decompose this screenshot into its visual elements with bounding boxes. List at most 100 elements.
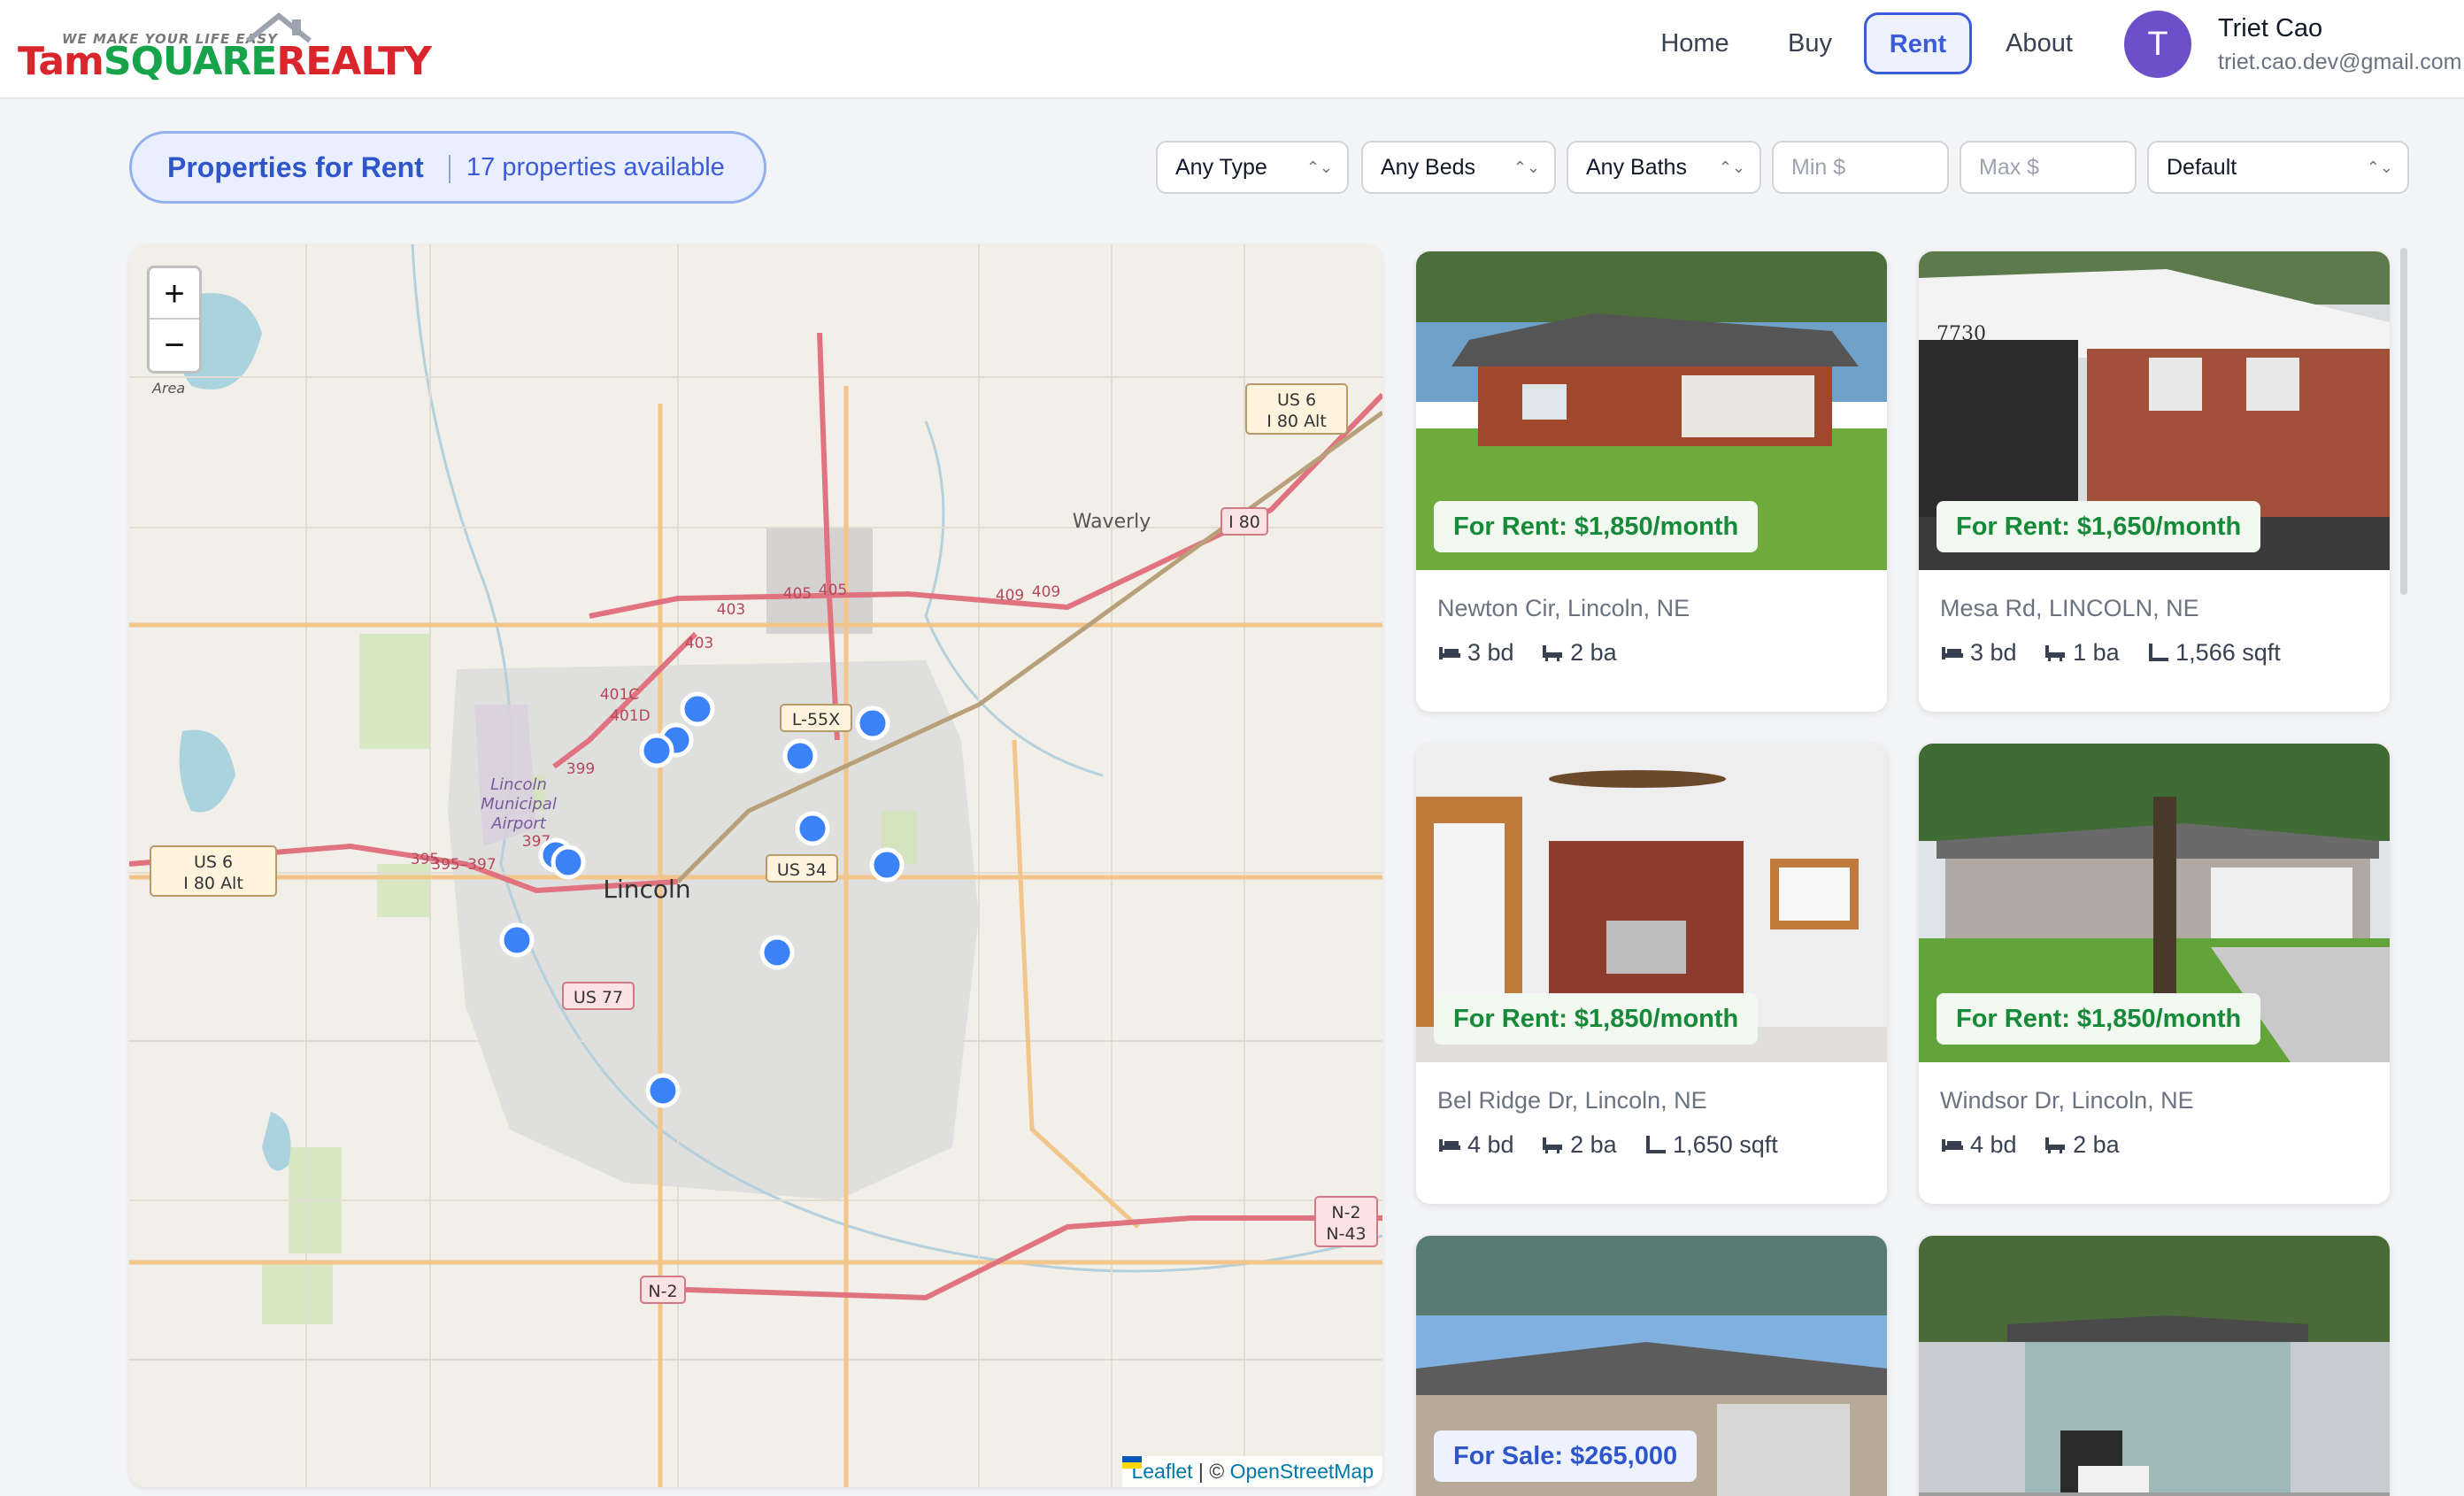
logo-word-3: REALTY — [276, 39, 432, 84]
baths-select[interactable]: Any Baths ⌃⌄ — [1567, 141, 1761, 194]
attribution-separator: | © — [1197, 1460, 1225, 1483]
property-count: 17 properties available — [466, 153, 725, 181]
listing-card[interactable]: For Rent: $1,850/month Windsor Dr, Linco… — [1919, 744, 2390, 1204]
openstreetmap-link[interactable]: OpenStreetMap — [1230, 1460, 1374, 1483]
type-select[interactable]: Any Type ⌃⌄ — [1156, 141, 1349, 194]
listing-card[interactable]: For Sale: $265,000 — [1416, 1236, 1887, 1496]
listing-card[interactable]: 7730 For Rent: $1,650/month Mesa Rd, LIN… — [1919, 251, 2390, 712]
map-marker[interactable] — [645, 1073, 681, 1108]
page-title: Properties for Rent — [167, 151, 424, 183]
title-divider — [449, 155, 450, 183]
listings-scrollbar[interactable] — [2400, 248, 2407, 595]
listing-baths: 2 ba — [1570, 639, 1617, 666]
map-marker[interactable] — [551, 844, 586, 880]
map-label-403: 403 — [717, 601, 745, 619]
user-name: Triet Cao — [2218, 14, 2323, 42]
user-avatar[interactable]: T — [2124, 11, 2191, 78]
listing-address: Newton Cir, Lincoln, NE — [1437, 595, 1690, 621]
listing-price-badge: For Rent: $1,650/month — [1937, 501, 2261, 552]
top-navbar: WE MAKE YOUR LIFE EASY TamSQUAREREALTY H… — [0, 0, 2464, 99]
beds-select[interactable]: Any Beds ⌃⌄ — [1361, 141, 1556, 194]
map-marker[interactable] — [499, 922, 535, 958]
listing-price-badge: For Rent: $1,850/month — [1434, 993, 1759, 1045]
min-price-input[interactable]: Min $ — [1772, 141, 1949, 194]
map-marker[interactable] — [639, 733, 674, 768]
listing-price-badge: For Sale: $265,000 — [1434, 1430, 1698, 1482]
map-zoom-control: + − — [147, 266, 202, 374]
map-marker[interactable] — [759, 935, 795, 970]
select-chevron-icon: ⌃⌄ — [1305, 158, 1333, 176]
map-label-us77: US 77 — [574, 988, 623, 1007]
logo-word-1: Tam — [18, 39, 104, 84]
property-map[interactable]: US 6 I 80 Alt US 6 I 80 Alt I 80 US 34 U… — [129, 244, 1382, 1487]
listing-features: 4 bd 2 ba 1,650 sqft — [1437, 1131, 1798, 1159]
nav-rent[interactable]: Rent — [1864, 12, 1972, 74]
map-label-us34: US 34 — [777, 860, 827, 880]
beds-select-value: Any Beds — [1381, 155, 1476, 180]
map-label-area: Area — [151, 380, 185, 397]
bath-icon — [2045, 1137, 2066, 1153]
area-icon — [2149, 644, 2169, 661]
map-marker[interactable] — [782, 738, 818, 774]
bed-icon — [1439, 1139, 1460, 1152]
zoom-out-button[interactable]: − — [150, 320, 199, 371]
listing-address: Windsor Dr, Lincoln, NE — [1940, 1087, 2194, 1114]
sort-select-value: Default — [2167, 155, 2237, 180]
zoom-in-button[interactable]: + — [150, 268, 199, 320]
listing-price-badge: For Rent: $1,850/month — [1937, 993, 2261, 1045]
svg-text:7730: 7730 — [1937, 323, 1986, 345]
listing-card[interactable]: For Rent: $1,850/month Bel Ridge Dr, Lin… — [1416, 744, 1887, 1204]
nav-home[interactable]: Home — [1637, 12, 1752, 74]
map-label-401d: 401D — [610, 707, 651, 725]
site-logo[interactable]: WE MAKE YOUR LIFE EASY TamSQUAREREALTY — [18, 9, 432, 89]
map-label-n43: N-43 — [1326, 1224, 1366, 1244]
bath-icon — [2045, 645, 2066, 661]
nav-buy[interactable]: Buy — [1770, 12, 1850, 74]
map-label-399: 399 — [566, 760, 595, 778]
map-tiles[interactable]: US 6 I 80 Alt US 6 I 80 Alt I 80 US 34 U… — [129, 244, 1382, 1487]
map-label-airport-2: Municipal — [481, 795, 557, 814]
bed-icon — [1942, 1139, 1963, 1152]
map-label-401c: 401C — [600, 686, 639, 704]
sort-select[interactable]: Default ⌃⌄ — [2147, 141, 2409, 194]
listing-baths: 1 ba — [2073, 639, 2120, 666]
select-chevron-icon: ⌃⌄ — [2366, 158, 2393, 176]
map-label-us6: US 6 — [1277, 390, 1316, 410]
listing-card[interactable]: For Rent: $1,850/month Newton Cir, Linco… — [1416, 251, 1887, 712]
listing-address: Mesa Rd, LINCOLN, NE — [1940, 595, 2199, 621]
logo-wordmark: TamSQUAREREALTY — [18, 39, 432, 84]
listing-baths: 2 ba — [2073, 1131, 2120, 1158]
page-title-pill: Properties for Rent 17 properties availa… — [129, 131, 766, 204]
bath-icon — [1543, 645, 1563, 661]
listing-baths: 2 ba — [1570, 1131, 1617, 1158]
listing-beds: 3 bd — [1970, 639, 2017, 666]
map-label-airport-3: Airport — [490, 814, 547, 833]
listing-address: Bel Ridge Dr, Lincoln, NE — [1437, 1087, 1707, 1114]
map-label-us6-west: US 6 — [194, 852, 233, 872]
listing-card[interactable] — [1919, 1236, 2390, 1496]
map-marker[interactable] — [795, 811, 830, 846]
user-email: triet.cao.dev@gmail.com — [2218, 50, 2462, 74]
map-marker[interactable] — [855, 706, 890, 741]
map-label-n2: N-2 — [648, 1282, 677, 1301]
bed-icon — [1942, 647, 1963, 659]
min-price-placeholder: Min $ — [1791, 155, 1846, 180]
map-label-i80alt: I 80 Alt — [1267, 412, 1327, 431]
listing-features: 4 bd 2 ba — [1940, 1131, 2139, 1159]
bath-icon — [1543, 1137, 1563, 1153]
map-marker[interactable] — [869, 847, 905, 883]
map-label-403b: 403 — [685, 635, 713, 652]
map-marker[interactable] — [680, 691, 715, 727]
map-label-409b: 409 — [1032, 583, 1060, 601]
listing-sqft: 1,566 sqft — [2175, 639, 2281, 666]
listing-beds: 3 bd — [1467, 639, 1514, 666]
listing-photo[interactable] — [1919, 1236, 2390, 1496]
map-label-lincoln: Lincoln — [603, 875, 690, 904]
map-label-airport: Lincoln — [490, 775, 547, 794]
select-chevron-icon: ⌃⌄ — [1718, 158, 1745, 176]
bed-icon — [1439, 647, 1460, 659]
nav-about[interactable]: About — [1988, 12, 2091, 74]
map-label-i80: I 80 — [1228, 513, 1260, 532]
listing-features: 3 bd 1 ba 1,566 sqft — [1940, 639, 2300, 667]
max-price-input[interactable]: Max $ — [1960, 141, 2137, 194]
